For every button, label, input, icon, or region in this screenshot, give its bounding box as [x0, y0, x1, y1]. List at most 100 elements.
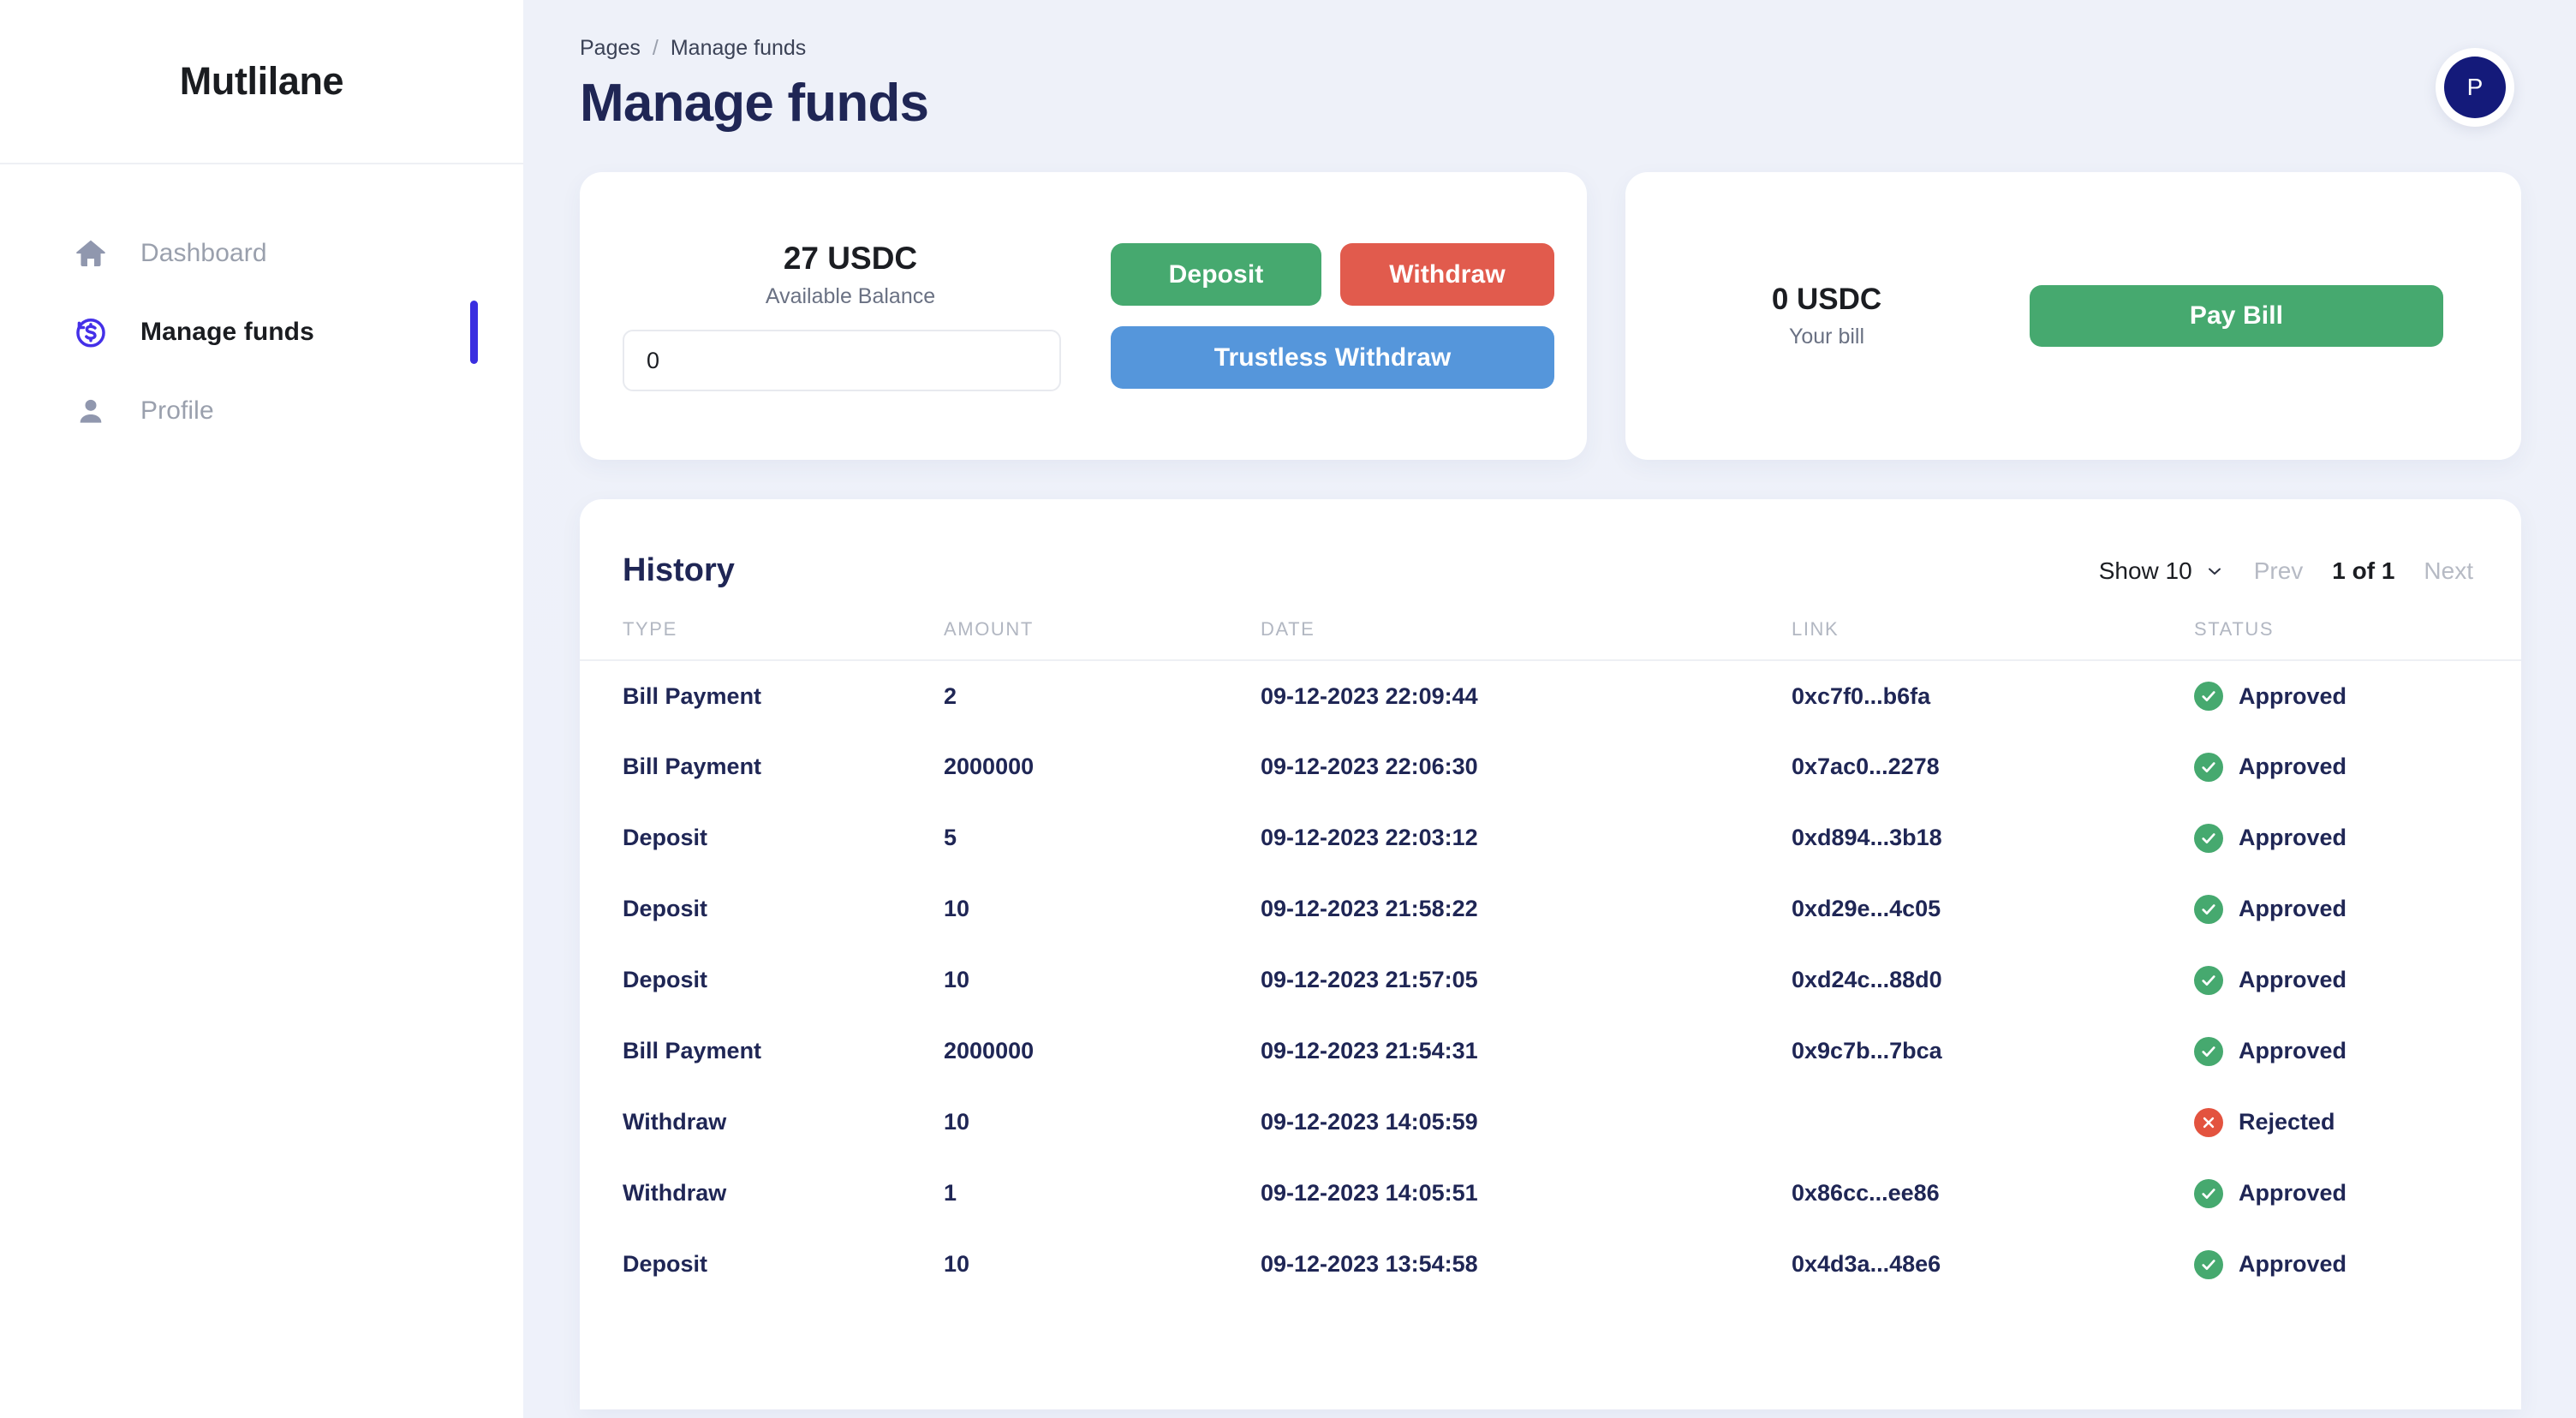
status-badge: Rejected — [2194, 1107, 2521, 1137]
rows-per-page-label: Show 10 — [2098, 557, 2192, 584]
sidebar: Mutlilane Dashboard Manage funds Profile — [0, 0, 523, 1418]
status-label: Approved — [2239, 967, 2347, 992]
bill-label: Your bill — [1788, 325, 1865, 349]
cell-status: Approved — [2194, 944, 2521, 1016]
status-label: Approved — [2239, 754, 2347, 779]
balance-card: 27 USDC Available Balance Deposit Withdr… — [580, 172, 1587, 460]
sidebar-item-label: Profile — [140, 396, 214, 425]
check-circle-icon — [2194, 1249, 2223, 1279]
page-title: Manage funds — [580, 74, 929, 133]
history-table-body: Bill Payment 2 09-12-2023 22:09:44 0xc7f0..… — [580, 660, 2521, 1300]
sidebar-item-manage-funds[interactable]: Manage funds — [0, 293, 523, 372]
breadcrumb: Pages / Manage funds — [580, 36, 928, 61]
bill-info: 0 USDC Your bill — [1661, 283, 1992, 349]
next-page-button[interactable]: Next — [2424, 557, 2473, 585]
history-title: History — [623, 552, 735, 588]
deposit-button[interactable]: Deposit — [1111, 243, 1321, 306]
cell-link[interactable]: 0x4d3a...48e6 — [1792, 1229, 2194, 1300]
table-row: Withdraw 10 09-12-2023 14:05:59 Rejected — [580, 1087, 2521, 1158]
check-circle-icon — [2194, 752, 2223, 782]
column-header-link: LINK — [1792, 618, 2194, 661]
status-label: Approved — [2239, 1251, 2347, 1277]
trustless-withdraw-button[interactable]: Trustless Withdraw — [1111, 326, 1554, 389]
cell-amount: 2000000 — [944, 754, 1035, 779]
person-icon — [72, 392, 110, 430]
amount-input[interactable] — [623, 330, 1061, 391]
withdraw-button[interactable]: Withdraw — [1340, 243, 1554, 306]
avatar-ring[interactable]: P — [2436, 48, 2514, 127]
table-row: Deposit 10 09-12-2023 13:54:58 0x4d3a...48e… — [580, 1229, 2521, 1300]
table-row: Deposit 5 09-12-2023 22:03:12 0xd894...3b18… — [580, 802, 2521, 873]
balance-actions: Deposit Withdraw Trustless Withdraw — [1078, 243, 1554, 389]
cell-date: 09-12-2023 14:05:59 — [1261, 1109, 1478, 1135]
check-circle-icon — [2194, 823, 2223, 853]
history-table-head: TYPE AMOUNT DATE LINK STATUS — [580, 618, 2521, 661]
cell-link[interactable]: 0x7ac0...2278 — [1792, 731, 2194, 802]
sidebar-nav: Dashboard Manage funds Profile — [0, 164, 523, 450]
sidebar-item-dashboard[interactable]: Dashboard — [0, 214, 523, 293]
cell-amount: 2000000 — [944, 1038, 1035, 1064]
pay-bill-button[interactable]: Pay Bill — [2030, 285, 2443, 347]
cell-status: Approved — [2194, 1158, 2521, 1229]
cell-status: Approved — [2194, 1016, 2521, 1087]
status-badge: Approved — [2194, 823, 2521, 853]
cell-status: Approved — [2194, 731, 2521, 802]
check-circle-icon — [2194, 965, 2223, 995]
brand-title: Mutlilane — [179, 59, 344, 103]
cell-date: 09-12-2023 14:05:51 — [1261, 1180, 1478, 1206]
cell-amount: 5 — [944, 825, 957, 850]
column-header-type: TYPE — [580, 618, 944, 661]
cell-amount: 10 — [944, 1251, 970, 1277]
cell-type: Deposit — [623, 825, 708, 850]
status-label: Approved — [2239, 1180, 2347, 1206]
cell-date: 09-12-2023 22:09:44 — [1261, 682, 1478, 709]
table-row: Deposit 10 09-12-2023 21:57:05 0xd24c...88d… — [580, 944, 2521, 1016]
status-badge: Approved — [2194, 752, 2521, 782]
bill-amount: 0 USDC — [1771, 283, 1882, 316]
cell-amount: 10 — [944, 1109, 970, 1135]
cell-type: Deposit — [623, 967, 708, 992]
history-header: History Show 10 Prev 1 of 1 Next — [580, 499, 2521, 589]
cell-status: Rejected — [2194, 1087, 2521, 1158]
cell-amount: 2 — [944, 682, 957, 709]
avatar[interactable]: P — [2444, 57, 2506, 118]
cell-type: Withdraw — [623, 1109, 727, 1135]
cell-amount: 1 — [944, 1180, 957, 1206]
cell-type: Bill Payment — [623, 754, 762, 779]
status-badge: Approved — [2194, 682, 2521, 711]
cell-type: Deposit — [623, 1251, 708, 1277]
cell-date: 09-12-2023 22:06:30 — [1261, 754, 1478, 779]
column-header-date: DATE — [1261, 618, 1792, 661]
check-circle-icon — [2194, 894, 2223, 924]
cell-type: Bill Payment — [623, 682, 762, 709]
status-badge: Approved — [2194, 894, 2521, 924]
active-indicator — [470, 301, 478, 364]
primary-action-row: Deposit Withdraw — [1111, 243, 1554, 306]
cell-link[interactable]: 0xd29e...4c05 — [1792, 873, 2194, 944]
sidebar-item-profile[interactable]: Profile — [0, 372, 523, 450]
status-label: Approved — [2239, 896, 2347, 921]
breadcrumb-pages[interactable]: Pages — [580, 36, 641, 61]
rows-per-page-select[interactable]: Show 10 — [2099, 557, 2225, 585]
table-header-row: TYPE AMOUNT DATE LINK STATUS — [580, 618, 2521, 661]
cell-status: Approved — [2194, 660, 2521, 731]
cell-link[interactable]: 0x86cc...ee86 — [1792, 1158, 2194, 1229]
cell-date: 09-12-2023 21:57:05 — [1261, 967, 1478, 992]
cell-link[interactable]: 0x9c7b...7bca — [1792, 1016, 2194, 1087]
cell-link[interactable]: 0xd24c...88d0 — [1792, 944, 2194, 1016]
column-header-status: STATUS — [2194, 618, 2521, 661]
prev-page-button[interactable]: Prev — [2254, 557, 2304, 585]
cell-link[interactable]: 0xd894...3b18 — [1792, 802, 2194, 873]
cell-link[interactable]: 0xc7f0...b6fa — [1792, 660, 2194, 731]
cell-amount: 10 — [944, 896, 970, 921]
cell-status: Approved — [2194, 802, 2521, 873]
cell-type: Bill Payment — [623, 1038, 762, 1064]
status-label: Approved — [2239, 682, 2347, 709]
breadcrumb-current[interactable]: Manage funds — [671, 36, 806, 61]
balance-info: 27 USDC Available Balance — [616, 241, 1078, 391]
summary-cards-row: 27 USDC Available Balance Deposit Withdr… — [580, 172, 2521, 460]
cell-type: Withdraw — [623, 1180, 727, 1206]
table-row: Bill Payment 2000000 09-12-2023 21:54:31 0x… — [580, 1016, 2521, 1087]
table-row: Bill Payment 2000000 09-12-2023 22:06:30 0x… — [580, 731, 2521, 802]
cell-amount: 10 — [944, 967, 970, 992]
